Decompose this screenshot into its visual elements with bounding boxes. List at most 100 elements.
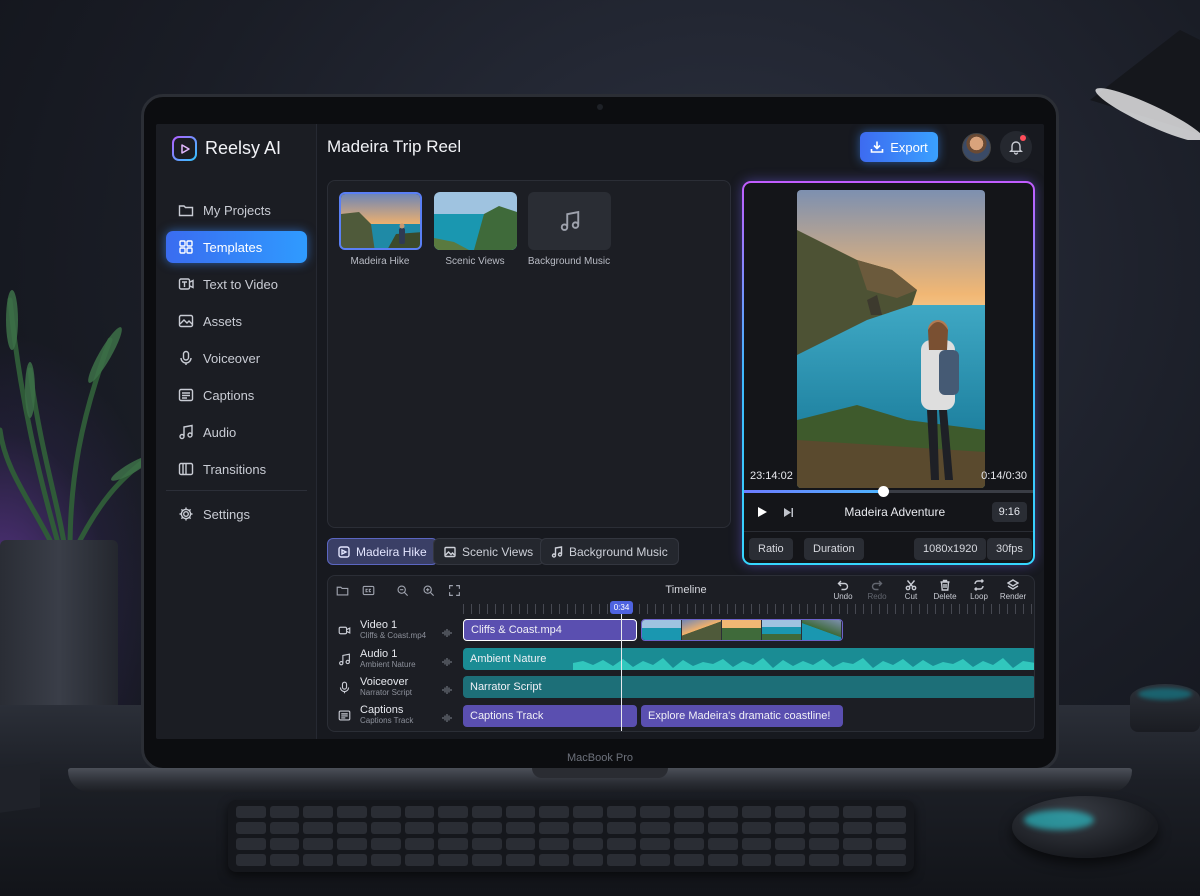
preview-clock: 23:14:02 [750, 470, 793, 482]
play-button[interactable] [752, 502, 772, 522]
undo-button[interactable]: Undo [828, 579, 858, 601]
voiceover-clip[interactable]: Narrator Script [463, 676, 1034, 698]
trash-icon [940, 579, 950, 591]
waveform-icon[interactable] [442, 628, 452, 638]
track-header-captions[interactable]: Captions Captions Track [336, 705, 456, 726]
keyboard-key [438, 806, 468, 818]
action-label: Redo [867, 592, 887, 601]
plant-pot [0, 540, 118, 730]
waveform-icon[interactable] [442, 685, 452, 695]
media-thumb-background-music[interactable] [528, 192, 611, 250]
zoom-out-icon[interactable] [394, 582, 410, 598]
keyboard-key [741, 822, 772, 834]
folder-icon [178, 202, 194, 218]
render-icon [1007, 579, 1019, 590]
laptop-notch [532, 768, 668, 778]
folder-icon[interactable] [334, 582, 350, 598]
chip-label: Madeira Hike [356, 544, 427, 559]
keyboard-key [236, 838, 266, 850]
avatar[interactable] [962, 133, 991, 162]
sidebar-item-captions[interactable]: Captions [166, 379, 307, 411]
track-sub: Ambient Nature [360, 660, 416, 669]
chip-madeira-hike[interactable]: Madeira Hike [327, 538, 438, 565]
sidebar-item-audio[interactable]: Audio [166, 416, 307, 448]
duration-button[interactable]: Duration [804, 538, 864, 560]
video-clip[interactable]: Cliffs & Coast.mp4 [463, 619, 637, 641]
nav-divider [166, 490, 307, 491]
keyboard-key [404, 806, 435, 818]
sidebar-item-templates[interactable]: Templates [166, 231, 307, 263]
cut-button[interactable]: Cut [896, 579, 926, 601]
action-label: Undo [833, 592, 853, 601]
preview-divider [744, 531, 1033, 532]
keyboard-key [707, 838, 738, 850]
sidebar-item-my-projects[interactable]: My Projects [166, 194, 307, 226]
chip-scenic-views[interactable]: Scenic Views [433, 538, 545, 565]
sidebar-item-voiceover[interactable]: Voiceover [166, 342, 307, 374]
media-thumb-scenic-views[interactable] [434, 192, 517, 250]
keyboard-key [842, 838, 873, 850]
ratio-button[interactable]: Ratio [749, 538, 793, 560]
delete-button[interactable]: Delete [930, 579, 960, 601]
keyboard-key [606, 854, 637, 866]
keyboard-key [438, 822, 468, 834]
keyboard-key [471, 806, 502, 818]
keyboard-key [539, 838, 569, 850]
keyboard-key [775, 822, 805, 834]
playhead-time[interactable]: 0:34 [610, 601, 633, 614]
sidebar-item-assets[interactable]: Assets [166, 305, 307, 337]
app-logo[interactable]: Reelsy AI [172, 136, 281, 161]
undo-icon [837, 580, 849, 591]
video-preview-panel: 23:14:02 0:14/0:30 Madeira Adventure 9:1… [742, 181, 1035, 565]
sidebar-item-label: Transitions [203, 461, 267, 477]
chip-background-music[interactable]: Background Music [540, 538, 679, 565]
track-header-audio[interactable]: Audio 1 Ambient Nature [336, 649, 456, 670]
keyboard-key [775, 806, 805, 818]
sidebar-item-text-to-video[interactable]: Text to Video [166, 268, 307, 300]
playhead-line[interactable] [621, 614, 622, 731]
fps-button[interactable]: 30fps [987, 538, 1032, 560]
fit-screen-icon[interactable] [446, 582, 462, 598]
track-header-voiceover[interactable]: Voiceover Narrator Script [336, 677, 456, 698]
render-button[interactable]: Render [998, 579, 1028, 601]
preview-video-frame[interactable] [797, 190, 985, 488]
sidebar-item-label: My Projects [203, 202, 271, 218]
sidebar-item-transitions[interactable]: Transitions [166, 453, 307, 485]
sidebar-item-settings[interactable]: Settings [166, 498, 307, 530]
caption-clip[interactable]: Explore Madeira's dramatic coastline! [641, 705, 843, 727]
timeline-ruler[interactable] [463, 604, 1034, 614]
resolution-button[interactable]: 1080x1920 [914, 538, 987, 560]
aspect-ratio-badge[interactable]: 9:16 [991, 502, 1027, 522]
keyboard-key [404, 838, 435, 850]
caption-clip[interactable]: Captions Track [463, 705, 637, 727]
keyboard-key [236, 854, 266, 866]
preview-scrubber[interactable] [744, 486, 1033, 497]
zoom-in-icon[interactable] [420, 582, 436, 598]
film-frame [722, 620, 762, 640]
keyboard-key [269, 838, 300, 850]
next-frame-button[interactable] [778, 502, 798, 522]
keyboard-key [640, 822, 671, 834]
loop-button[interactable]: Loop [964, 579, 994, 601]
media-thumb-madeira-hike[interactable] [339, 192, 422, 250]
grid-icon [178, 239, 194, 255]
track-name: Video 1 [360, 619, 398, 631]
captions-icon [178, 387, 194, 403]
waveform-icon[interactable] [442, 657, 452, 667]
cc-icon[interactable] [360, 582, 376, 598]
keyboard-key [539, 806, 569, 818]
keyboard-key [876, 838, 906, 850]
keyboard-key [269, 854, 300, 866]
track-name: Audio 1 [360, 648, 398, 660]
loop-icon [974, 579, 984, 591]
redo-button[interactable]: Redo [862, 579, 892, 601]
export-button[interactable]: Export [860, 132, 938, 162]
scrubber-progress [744, 490, 883, 493]
keyboard-key [438, 854, 468, 866]
video-filmstrip-clip[interactable] [641, 619, 843, 641]
play-logo-icon [172, 136, 197, 161]
keyboard-key [370, 854, 401, 866]
waveform-icon[interactable] [442, 713, 452, 723]
notifications-button[interactable] [1000, 131, 1032, 163]
track-header-video[interactable]: Video 1 Cliffs & Coast.mp4 [336, 620, 456, 641]
